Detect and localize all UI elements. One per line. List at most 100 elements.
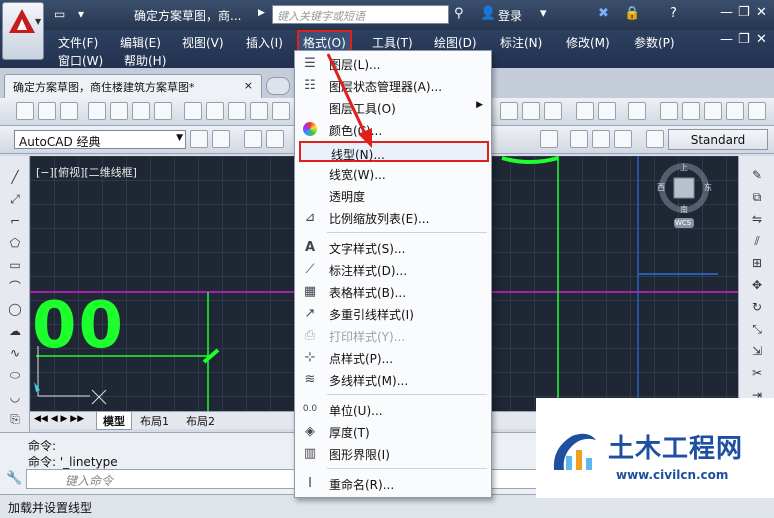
open-button[interactable] (38, 102, 56, 120)
viewcube-east-label[interactable]: 东 (704, 182, 712, 193)
erase-tool-icon[interactable]: ✎ (747, 166, 767, 184)
move-tool-icon[interactable]: ✥ (747, 276, 767, 294)
tab-layout1[interactable]: 布局1 (134, 412, 175, 430)
layer-previous-button[interactable] (592, 130, 610, 148)
offset-tool-icon[interactable]: ⫽ (747, 232, 767, 250)
login-link[interactable]: 登录 (498, 7, 522, 24)
revcloud-tool-icon[interactable]: ☁ (5, 322, 25, 340)
spline-tool-icon[interactable]: ∿ (5, 344, 25, 362)
help-icon[interactable]: ? (670, 6, 677, 21)
menu-item-lineweight[interactable]: 线宽(W)... (299, 163, 489, 184)
menu-item-mleader-style[interactable]: ↗ 多重引线样式(I) (299, 303, 489, 324)
trim-tool-icon[interactable]: ✂ (747, 364, 767, 382)
scale-tool-icon[interactable]: ⤡ (747, 320, 767, 338)
ellipse-tool-icon[interactable]: ⬭ (5, 366, 25, 384)
layer-state-button[interactable] (266, 130, 284, 148)
menu-item-limits[interactable]: ▥ 图形界限(I) (299, 443, 489, 464)
menu-item-scale-list[interactable]: ⊿ 比例缩放列表(E)... (299, 207, 489, 228)
qnew-button[interactable] (16, 102, 34, 120)
polygon-tool-icon[interactable]: ⬠ (5, 234, 25, 252)
mirror-tool-icon[interactable]: ⇋ (747, 210, 767, 228)
menu-item-rename[interactable]: Ⅰ 重命名(R)... (299, 473, 489, 494)
tab-model[interactable]: 模型 (96, 412, 132, 430)
search-input[interactable]: 键入关键字或短语 (272, 5, 449, 24)
wrench-icon[interactable]: 🔧 (6, 471, 22, 486)
close-icon[interactable]: ✕ (756, 5, 767, 20)
copy-button[interactable] (206, 102, 224, 120)
exchange-icon[interactable]: ✖ (598, 6, 609, 21)
save-button[interactable] (60, 102, 78, 120)
viewport-controls-label[interactable]: [−][俯视][二维线框] (36, 164, 137, 180)
plot-button[interactable] (88, 102, 106, 120)
workspace-save-button[interactable] (212, 130, 230, 148)
preview-button[interactable] (110, 102, 128, 120)
radius-dim-button[interactable] (748, 102, 766, 120)
linear-dim-button[interactable] (660, 102, 678, 120)
title-expand-icon[interactable]: ▶ (258, 8, 265, 18)
menu-item-thickness[interactable]: ◈ 厚度(T) (299, 421, 489, 442)
menu-item-transparency[interactable]: 透明度 (299, 185, 489, 206)
menu-item-color[interactable]: 颜色(C)... (299, 119, 489, 140)
text-style-button[interactable] (646, 130, 664, 148)
markup-button[interactable] (522, 102, 540, 120)
layer-dropdown[interactable] (540, 130, 558, 148)
stretch-tool-icon[interactable]: ⇲ (747, 342, 767, 360)
menu-item-text-style[interactable]: A 文字样式(S)... (299, 237, 489, 258)
sheetset-button[interactable] (500, 102, 518, 120)
circle-tool-icon[interactable]: ◯ (5, 300, 25, 318)
doc-close-icon[interactable]: ✕ (756, 32, 767, 47)
restore-icon[interactable]: ❐ (738, 5, 750, 20)
menu-insert[interactable]: 插入(I) (242, 32, 287, 53)
menu-item-layer-tools[interactable]: 图层工具(O) ▶ (299, 97, 489, 118)
match-properties-button[interactable] (250, 102, 268, 120)
tab-layout2[interactable]: 布局2 (180, 412, 221, 430)
viewcube-top-label[interactable]: 上 (680, 162, 688, 173)
menu-parametric[interactable]: 参数(P) (630, 32, 679, 53)
layer-state-manager-button[interactable] (614, 130, 632, 148)
login-dropdown-icon[interactable]: ▾ (540, 6, 547, 21)
wcs-menu[interactable]: WCS (675, 219, 691, 227)
binoculars-icon[interactable]: ⚲ (454, 6, 464, 21)
menu-dimension[interactable]: 标注(N) (496, 32, 546, 53)
arc-tool-icon[interactable]: ⌒ (5, 278, 25, 296)
menu-item-linetype[interactable]: 线型(N)... (299, 141, 489, 162)
viewcube-south-label[interactable]: 南 (680, 204, 688, 215)
viewcube-west-label[interactable]: 西 (657, 182, 665, 193)
menu-item-dim-style[interactable]: ⟋ 标注样式(D)... (299, 259, 489, 280)
user-icon[interactable]: 👤 (480, 6, 496, 21)
menu-item-point-style[interactable]: ⊹ 点样式(P)... (299, 347, 489, 368)
line-tool-icon[interactable]: ╱ (5, 168, 25, 186)
aligned-dim-button[interactable] (682, 102, 700, 120)
3d-print-button[interactable] (154, 102, 172, 120)
rectangle-tool-icon[interactable]: ▭ (5, 256, 25, 274)
paste-button[interactable] (228, 102, 246, 120)
menu-view[interactable]: 视图(V) (178, 32, 228, 53)
insert-block-tool-icon[interactable]: ⎘ (5, 410, 25, 428)
help-button[interactable] (628, 102, 646, 120)
array-tool-icon[interactable]: ⊞ (747, 254, 767, 272)
menu-item-layer[interactable]: ☰ 图层(L)... (299, 53, 489, 74)
tab-close-icon[interactable]: × (244, 79, 253, 92)
new-tab-button[interactable] (266, 77, 290, 95)
design-center-button[interactable] (598, 102, 616, 120)
xline-tool-icon[interactable]: ⤢ (5, 190, 25, 208)
document-tab[interactable]: 确定方案草图，商住楼建筑方案草图* × (4, 74, 262, 98)
minimize-icon[interactable]: — (720, 5, 733, 20)
polyline-tool-icon[interactable]: ⌐ (5, 212, 25, 230)
lock-icon[interactable]: 🔒 (624, 6, 640, 21)
ordinate-dim-button[interactable] (726, 102, 744, 120)
properties-button[interactable] (576, 102, 594, 120)
rotate-tool-icon[interactable]: ↻ (747, 298, 767, 316)
calc-button[interactable] (544, 102, 562, 120)
copy-tool-icon[interactable]: ⧉ (747, 188, 767, 206)
doc-minimize-icon[interactable]: — (720, 32, 733, 47)
block-editor-button[interactable] (272, 102, 290, 120)
publish-button[interactable] (132, 102, 150, 120)
arc-length-button[interactable] (704, 102, 722, 120)
layout-nav-icon[interactable]: ◀◀ ◀ ▶ ▶▶ (34, 414, 84, 424)
new-file-icon[interactable]: ▭ (54, 7, 65, 21)
menu-item-layer-state[interactable]: ☷ 图层状态管理器(A)... (299, 75, 489, 96)
menu-item-mline-style[interactable]: ≋ 多线样式(M)... (299, 369, 489, 390)
menu-item-units[interactable]: 0.0 单位(U)... (299, 399, 489, 420)
menu-modify[interactable]: 修改(M) (562, 32, 614, 53)
